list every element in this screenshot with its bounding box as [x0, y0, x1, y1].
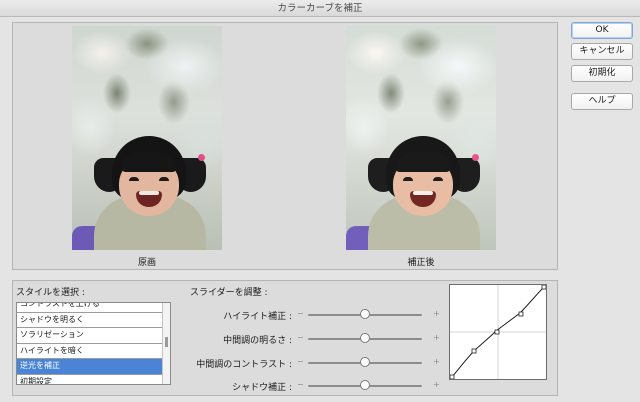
minus-icon: − [297, 380, 304, 389]
scroll-thumb[interactable] [165, 337, 168, 347]
slider-adjust-label: スライダーを調整 : [190, 288, 268, 298]
highlight-label: ハイライト補正 : [223, 312, 292, 322]
curve-point[interactable] [449, 374, 455, 380]
curve-graph-svg [449, 284, 547, 380]
curve-point[interactable] [494, 329, 500, 335]
corrected-caption: 補正後 [407, 258, 435, 268]
midtone-contrast-slider-knob[interactable] [360, 357, 370, 367]
plus-icon: + [433, 333, 440, 342]
original-caption: 原画 [137, 258, 156, 268]
midtone-contrast-label: 中間調のコントラスト : [196, 360, 292, 370]
curve-graph[interactable] [449, 284, 547, 380]
midtone-brightness-label: 中間調の明るさ : [223, 336, 292, 346]
curve-point[interactable] [518, 311, 524, 317]
original-photo [72, 26, 222, 250]
minus-icon: − [297, 309, 304, 318]
style-item[interactable]: コントラストを上げる [17, 303, 163, 313]
style-select-label: スタイルを選択 : [16, 288, 85, 298]
style-item[interactable]: 初期設定 [17, 374, 163, 384]
style-item[interactable]: シャドウを明るく [17, 312, 163, 328]
window-title: カラーカーブを補正 [0, 0, 640, 17]
midtone-brightness-slider-knob[interactable] [360, 333, 370, 343]
help-button[interactable]: ヘルプ [571, 93, 633, 110]
corrected-photo [346, 26, 496, 250]
plus-icon: + [433, 309, 440, 318]
cancel-button[interactable]: キャンセル [571, 43, 633, 60]
ok-button[interactable]: OK [571, 22, 633, 39]
style-list-scrollbar[interactable] [162, 303, 170, 384]
plus-icon: + [433, 380, 440, 389]
curve-point[interactable] [541, 284, 547, 290]
style-item[interactable]: ソラリゼーション [17, 328, 163, 344]
preview-panel: 原画 補正後 [12, 22, 558, 270]
style-item[interactable]: ハイライトを暗く [17, 343, 163, 359]
plus-icon: + [433, 357, 440, 366]
minus-icon: − [297, 357, 304, 366]
shadow-slider-knob[interactable] [360, 380, 370, 390]
minus-icon: − [297, 333, 304, 342]
highlight-slider-knob[interactable] [360, 309, 370, 319]
style-item-selected[interactable]: 逆光を補正 [17, 359, 163, 375]
style-list[interactable]: コントラストを上げる シャドウを明るく ソラリゼーション ハイライトを暗く 逆光… [16, 302, 171, 385]
reset-button[interactable]: 初期化 [571, 65, 633, 82]
shadow-label: シャドウ補正 : [232, 383, 292, 393]
curve-point[interactable] [471, 348, 477, 354]
